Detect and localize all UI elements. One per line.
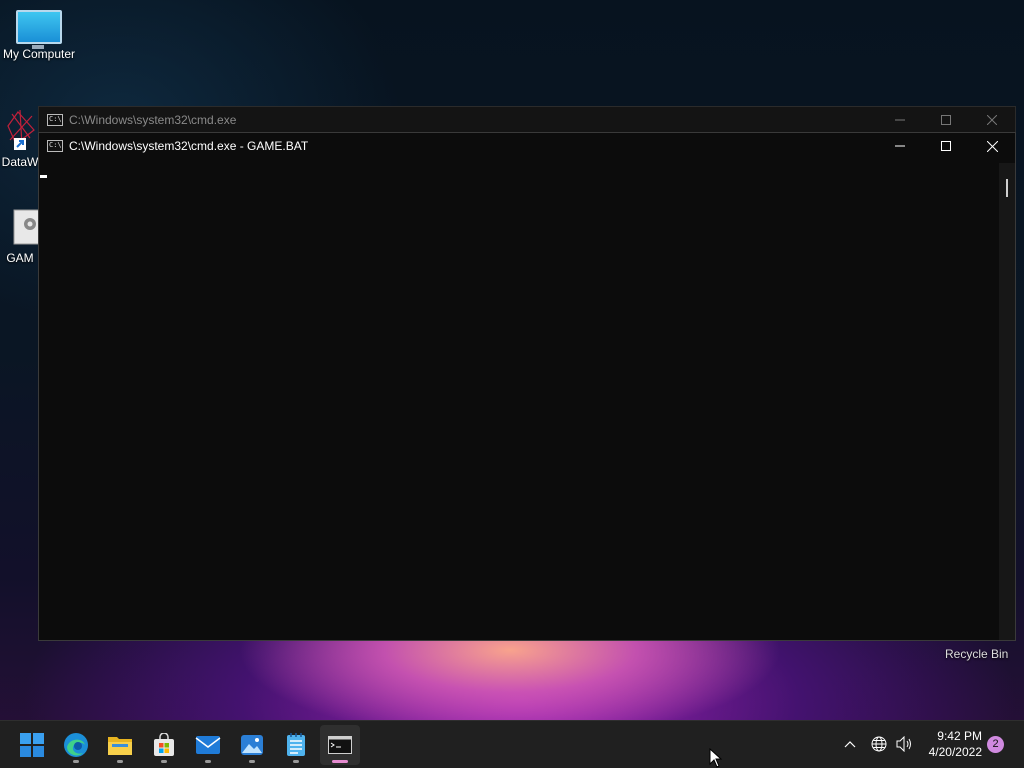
- title-bar[interactable]: C:\ C:\Windows\system32\cmd.exe: [39, 107, 1015, 133]
- maximize-button[interactable]: [923, 133, 969, 159]
- maximize-icon: [941, 115, 951, 125]
- maximize-icon: [941, 141, 951, 151]
- running-indicator: [73, 760, 79, 763]
- desktop-icon-label: Recycle Bin: [945, 647, 1009, 661]
- cmd-window-game[interactable]: C:\ C:\Windows\system32\cmd.exe - GAME.B…: [38, 132, 1016, 641]
- edge-icon: [64, 733, 88, 757]
- chevron-up-icon: [844, 741, 856, 748]
- window-title: C:\Windows\system32\cmd.exe: [69, 113, 237, 127]
- cmd-icon: C:\: [47, 114, 63, 126]
- desktop-icon-label: DataW: [1, 155, 39, 169]
- system-tray: [838, 720, 918, 768]
- mail-icon: [195, 736, 221, 754]
- mouse-pointer-icon: [709, 748, 723, 768]
- taskbar-edge[interactable]: [56, 725, 96, 765]
- desktop-icon-my-computer[interactable]: My Computer: [2, 10, 76, 61]
- desktop-icon-game[interactable]: GAM: [0, 208, 40, 265]
- network-button[interactable]: [866, 736, 892, 752]
- taskbar-photos[interactable]: [232, 725, 272, 765]
- photos-icon: [241, 735, 263, 755]
- globe-icon: [871, 736, 887, 752]
- show-hidden-icons-button[interactable]: [838, 740, 862, 748]
- computer-icon: [16, 10, 62, 49]
- cmd-icon: C:\: [47, 140, 63, 152]
- close-button[interactable]: [969, 133, 1015, 159]
- store-icon: [154, 733, 174, 756]
- running-indicator: [332, 760, 348, 763]
- running-indicator: [293, 760, 299, 763]
- minimize-button[interactable]: [877, 133, 923, 159]
- notification-badge[interactable]: 2: [987, 736, 1004, 753]
- running-indicator: [161, 760, 167, 763]
- notepad-icon: [287, 733, 305, 756]
- window-title: C:\Windows\system32\cmd.exe - GAME.BAT: [69, 139, 309, 153]
- running-indicator: [249, 760, 255, 763]
- close-icon: [987, 115, 997, 125]
- title-bar[interactable]: C:\ C:\Windows\system32\cmd.exe - GAME.B…: [39, 133, 1015, 159]
- terminal-icon: [328, 736, 352, 754]
- batch-file-icon: [13, 209, 40, 245]
- desktop-icon-label: GAM: [6, 251, 34, 265]
- close-icon: [986, 140, 998, 152]
- running-indicator: [205, 760, 211, 763]
- speaker-icon: [896, 736, 911, 752]
- taskbar-clock[interactable]: 9:42 PM 4/20/2022: [918, 728, 982, 760]
- start-button[interactable]: [12, 725, 52, 765]
- vertical-scrollbar[interactable]: [999, 163, 1015, 640]
- minimize-icon: [895, 145, 905, 147]
- taskbar-microsoft-store[interactable]: [144, 725, 184, 765]
- taskbar-notepad[interactable]: [276, 725, 316, 765]
- taskbar-file-explorer[interactable]: [100, 725, 140, 765]
- console-output[interactable]: [39, 163, 999, 640]
- clock-time: 9:42 PM: [937, 729, 982, 743]
- desktop-icon-recycle-bin[interactable]: Recycle Bin: [945, 647, 1008, 661]
- datawrapper-shortcut-icon: [7, 109, 35, 150]
- taskbar-mail[interactable]: [188, 725, 228, 765]
- minimize-icon: [895, 119, 905, 121]
- running-indicator: [117, 760, 123, 763]
- folder-icon: [108, 737, 132, 755]
- maximize-button[interactable]: [923, 107, 969, 133]
- close-button[interactable]: [969, 107, 1015, 133]
- volume-button[interactable]: [892, 736, 918, 752]
- text-cursor: [40, 175, 47, 178]
- minimize-button[interactable]: [877, 107, 923, 133]
- windows-logo-icon: [20, 733, 44, 757]
- scrollbar-thumb[interactable]: [1006, 179, 1008, 197]
- taskbar-command-prompt[interactable]: [320, 725, 360, 765]
- desktop-icon-label: My Computer: [2, 47, 76, 61]
- desktop-icon-datawrapper[interactable]: DataW: [0, 108, 40, 169]
- clock-date: 4/20/2022: [928, 745, 982, 759]
